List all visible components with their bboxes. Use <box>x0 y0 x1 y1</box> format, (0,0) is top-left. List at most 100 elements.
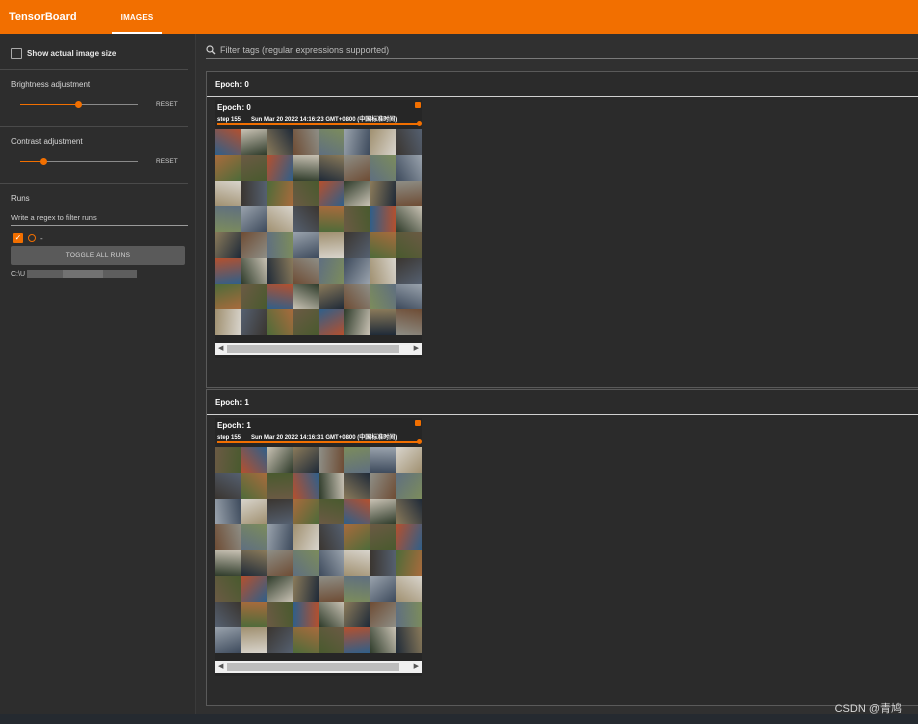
image-thumbnail <box>240 129 267 155</box>
tag-filter-placeholder: Filter tags (regular expressions support… <box>220 45 390 55</box>
scroll-left-icon[interactable]: ◀ <box>218 663 223 671</box>
image-thumbnail <box>318 524 345 550</box>
brightness-reset-button[interactable]: RESET <box>156 101 178 108</box>
image-thumbnail <box>240 447 267 473</box>
run-filter-input[interactable]: Write a regex to filter runs <box>11 210 188 226</box>
image-thumbnail <box>240 601 267 628</box>
image-thumbnail <box>344 309 371 335</box>
image-thumbnail <box>266 180 293 207</box>
scroll-right-icon[interactable]: ▶ <box>414 345 419 353</box>
image-thumbnail <box>292 180 319 207</box>
image-thumbnail <box>215 154 241 181</box>
image-thumbnail <box>266 257 293 284</box>
image-thumbnail <box>396 524 422 550</box>
contrast-slider-knob[interactable] <box>40 158 47 165</box>
image-thumbnail <box>240 283 267 310</box>
image-thumbnail <box>215 498 241 525</box>
run-name: - <box>40 233 43 243</box>
image-thumbnail <box>344 206 371 232</box>
tab-images[interactable]: IMAGES <box>111 0 163 34</box>
image-thumbnail <box>318 180 345 207</box>
image-thumbnail <box>318 498 345 525</box>
image-thumbnail <box>266 309 293 335</box>
image-thumbnail <box>292 601 319 628</box>
image-grid <box>215 129 422 335</box>
image-thumbnail <box>240 498 267 525</box>
image-thumbnail <box>292 575 319 602</box>
image-card-title: Epoch: 1 <box>217 421 251 430</box>
scrollbar-thumb[interactable] <box>227 345 399 353</box>
image-thumbnail <box>318 550 345 576</box>
image-thumbnail <box>266 154 293 181</box>
card-menu-icon[interactable] <box>415 102 421 108</box>
image-thumbnail <box>396 550 422 576</box>
image-thumbnail <box>318 627 345 653</box>
tag-group-title[interactable]: Epoch: 0 <box>207 72 918 97</box>
image-thumbnail <box>292 129 319 155</box>
brightness-slider-knob[interactable] <box>75 101 82 108</box>
scrollbar-thumb[interactable] <box>227 663 399 671</box>
image-thumbnail <box>370 257 397 284</box>
app-brand[interactable]: TensorBoard <box>9 11 77 23</box>
tag-filter-input[interactable]: Filter tags (regular expressions support… <box>206 42 918 59</box>
image-thumbnail <box>240 206 267 232</box>
tag-group-title[interactable]: Epoch: 1 <box>207 390 918 415</box>
image-thumbnail <box>370 309 397 335</box>
card-menu-icon[interactable] <box>415 420 421 426</box>
image-thumbnail <box>318 206 345 232</box>
step-slider[interactable] <box>217 121 422 126</box>
scroll-right-icon[interactable]: ▶ <box>414 663 419 671</box>
image-thumbnail <box>396 309 422 335</box>
contrast-slider[interactable] <box>20 158 138 165</box>
image-thumbnail <box>370 575 397 602</box>
contrast-reset-button[interactable]: RESET <box>156 158 178 165</box>
image-thumbnail <box>215 283 241 310</box>
image-thumbnail <box>266 498 293 525</box>
image-thumbnail <box>240 472 267 499</box>
show-actual-size-checkbox[interactable] <box>11 48 22 59</box>
redacted-block <box>27 270 63 278</box>
brightness-slider[interactable] <box>20 101 138 108</box>
image-thumbnail <box>344 498 371 525</box>
image-thumbnail <box>292 283 319 310</box>
image-card: Epoch: 0 step 155 Sun Mar 20 2022 14:16:2… <box>215 100 422 358</box>
image-thumbnail <box>240 309 267 335</box>
image-thumbnail <box>266 550 293 576</box>
image-thumbnail <box>370 206 397 232</box>
run-checkbox[interactable]: ✓ <box>13 233 23 243</box>
toggle-all-runs-button[interactable]: TOGGLE ALL RUNS <box>11 246 185 265</box>
image-thumbnail <box>370 601 397 628</box>
show-actual-size-label: Show actual image size <box>27 49 117 58</box>
image-thumbnail <box>344 257 371 284</box>
horizontal-scrollbar[interactable]: ◀ ▶ <box>215 343 422 355</box>
image-thumbnail <box>370 498 397 525</box>
runs-title: Runs <box>11 194 30 203</box>
image-thumbnail <box>370 154 397 181</box>
image-thumbnail <box>344 575 371 602</box>
image-thumbnail <box>292 309 319 335</box>
image-thumbnail <box>240 154 267 181</box>
image-thumbnail <box>396 232 422 258</box>
image-thumbnail <box>215 206 241 232</box>
image-thumbnail <box>318 309 345 335</box>
image-thumbnail <box>215 472 241 499</box>
run-item[interactable]: ✓ - <box>13 233 43 243</box>
image-thumbnail <box>370 129 397 155</box>
image-thumbnail <box>215 550 241 576</box>
tag-group: Epoch: 1 Epoch: 1 step 155 Sun Mar 20 202… <box>206 389 918 706</box>
image-thumbnail <box>215 232 241 258</box>
show-actual-size-option[interactable]: Show actual image size <box>11 48 116 59</box>
horizontal-scrollbar[interactable]: ◀ ▶ <box>215 661 422 673</box>
bottom-strip <box>0 714 918 724</box>
image-thumbnail <box>344 129 371 155</box>
image-thumbnail <box>292 550 319 576</box>
run-color-icon[interactable] <box>28 234 36 242</box>
scroll-left-icon[interactable]: ◀ <box>218 345 223 353</box>
image-thumbnail <box>266 232 293 258</box>
watermark: CSDN @青鸠 <box>834 703 902 715</box>
image-thumbnail <box>396 154 422 181</box>
image-thumbnail <box>215 627 241 653</box>
step-slider[interactable] <box>217 439 422 444</box>
search-icon <box>206 45 216 55</box>
image-thumbnail <box>266 447 293 473</box>
